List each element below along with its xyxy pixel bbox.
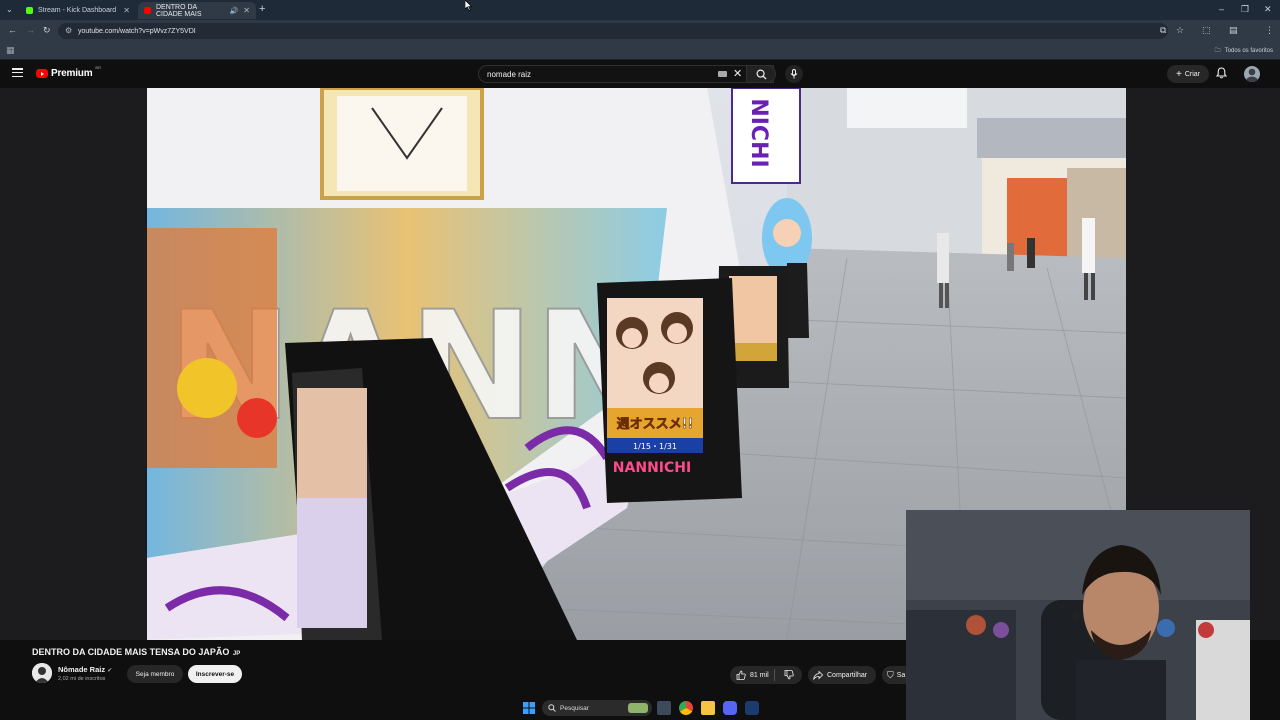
search-button[interactable] [746, 65, 776, 83]
file-explorer-icon[interactable] [701, 701, 715, 715]
account-avatar[interactable] [1244, 66, 1260, 82]
taskbar-search-placeholder: Pesquisar [560, 704, 589, 712]
channel-avatar[interactable] [32, 663, 52, 683]
tab-youtube-video[interactable]: DENTRO DA CIDADE MAIS 🔊 ✕ [138, 2, 256, 19]
channel-name-text: Nômade Raiz [58, 665, 106, 674]
share-icon [813, 670, 823, 680]
poster-text: 週オススメ!! [617, 417, 694, 432]
close-icon[interactable]: ✕ [123, 6, 130, 15]
cast-icon[interactable]: ⧉ [1160, 25, 1166, 36]
cursor-icon [465, 0, 473, 11]
thumbs-down-icon[interactable] [784, 670, 794, 680]
video-title-text: DENTRO DA CIDADE MAIS TENSA DO JAPÃO [32, 647, 230, 657]
folder-icon: 🗀 [1214, 48, 1221, 54]
save-label: Sa [896, 671, 906, 679]
site-info-icon[interactable]: ⚙ [65, 26, 72, 35]
apps-grid-icon[interactable]: ▦ [6, 45, 15, 56]
youtube-icon [144, 7, 151, 14]
plus-icon: + [1175, 68, 1182, 80]
task-view-icon[interactable] [657, 701, 671, 715]
tab-label: Stream - Kick Dashboard [38, 7, 117, 14]
webcam-overlay [906, 510, 1250, 720]
kick-icon [26, 7, 33, 14]
tab-label: DENTRO DA CIDADE MAIS [156, 3, 202, 18]
verified-icon: ✔ [107, 668, 113, 674]
search-icon [548, 704, 556, 712]
back-icon[interactable]: ← [8, 25, 17, 35]
create-button[interactable]: + Criar [1167, 65, 1209, 83]
webcam-image [906, 510, 1250, 720]
user-icon [1246, 68, 1258, 82]
new-tab-button[interactable]: + [259, 3, 265, 15]
address-toolbar: ← → ↻ ⚙ youtube.com/watch?v=pWvz7ZY5VDI … [0, 20, 1280, 56]
voice-search-button[interactable] [785, 65, 803, 83]
logo-text: Premium [51, 68, 93, 79]
bookmark-icon: ⛉ [887, 669, 894, 680]
close-icon[interactable]: ✕ [243, 6, 250, 15]
join-button[interactable]: Seja membro [127, 665, 183, 683]
poster-date: 1/15・1/31 [633, 442, 677, 451]
bookmarks-bar: ▦ 🗀 Todos os favoritos [0, 42, 1280, 60]
menu-hamburger-icon[interactable] [12, 68, 23, 77]
discord-icon[interactable] [723, 701, 737, 715]
subscriber-count: 2,02 mi de inscritos [58, 676, 106, 682]
speaker-icon[interactable]: 🔊 [230, 7, 239, 15]
sign-text: NANNICHI [613, 460, 691, 476]
like-dislike-group: 81 mil [730, 666, 802, 684]
search-highlight-icon [628, 703, 648, 713]
thumbs-up-icon[interactable] [736, 670, 746, 680]
restore-icon[interactable]: ❐ [1241, 4, 1249, 15]
all-bookmarks-label: Todos os favoritos [1224, 48, 1273, 54]
forward-icon[interactable]: → [26, 25, 35, 35]
tab-kick-dashboard[interactable]: Stream - Kick Dashboard ✕ [20, 2, 136, 19]
like-divider [774, 669, 775, 681]
video-title-suffix: JP [232, 651, 241, 657]
extensions-icon[interactable]: ⬚ [1202, 25, 1211, 36]
youtube-header: Premium BR nomade raiz ✕ + Criar [0, 60, 1280, 88]
taskbar-search[interactable]: Pesquisar [542, 700, 652, 716]
banner-text: NICHI [746, 98, 771, 167]
create-label: Criar [1184, 70, 1200, 78]
subscribe-button[interactable]: Inscrever-se [188, 665, 242, 683]
tab-search-icon[interactable]: ⌄ [6, 5, 13, 14]
app-icon[interactable] [745, 701, 759, 715]
youtube-premium-logo[interactable]: Premium BR [36, 65, 101, 79]
reload-icon[interactable]: ↻ [43, 25, 51, 36]
share-button[interactable]: Compartilhar [808, 666, 876, 684]
menu-kebab-icon[interactable]: ⋮ [1265, 25, 1274, 36]
microphone-icon [790, 69, 798, 79]
search-icon [756, 69, 767, 80]
youtube-play-icon [36, 69, 48, 78]
chrome-icon[interactable] [679, 701, 693, 715]
like-count[interactable]: 81 mil [750, 672, 769, 679]
windows-start-icon[interactable] [523, 702, 535, 714]
video-title: DENTRO DA CIDADE MAIS TENSA DO JAPÃO JP [32, 647, 240, 657]
url-field[interactable]: ⚙ youtube.com/watch?v=pWvz7ZY5VDI [58, 23, 1168, 39]
notifications-bell-icon[interactable] [1216, 67, 1227, 79]
logo-country: BR [95, 65, 101, 70]
clear-search-icon[interactable]: ✕ [733, 67, 742, 80]
sidebar-icon[interactable]: ▤ [1229, 25, 1238, 36]
minimize-icon[interactable]: – [1219, 4, 1224, 14]
browser-tab-bar: ⌄ Stream - Kick Dashboard ✕ DENTRO DA CI… [0, 0, 1280, 20]
search-value: nomade raiz [487, 69, 532, 79]
url-text: youtube.com/watch?v=pWvz7ZY5VDI [78, 27, 196, 35]
save-button[interactable]: ⛉ Sa [882, 666, 906, 684]
share-label: Compartilhar [827, 671, 868, 679]
channel-name[interactable]: Nômade Raiz ✔ [58, 665, 112, 674]
window-close-icon[interactable]: ✕ [1264, 4, 1272, 15]
keyboard-icon[interactable] [718, 71, 727, 77]
all-bookmarks-button[interactable]: 🗀 Todos os favoritos [1215, 46, 1273, 56]
channel-avatar-image [32, 663, 52, 683]
bookmark-star-icon[interactable]: ☆ [1176, 25, 1184, 36]
search-input[interactable]: nomade raiz [478, 65, 774, 83]
